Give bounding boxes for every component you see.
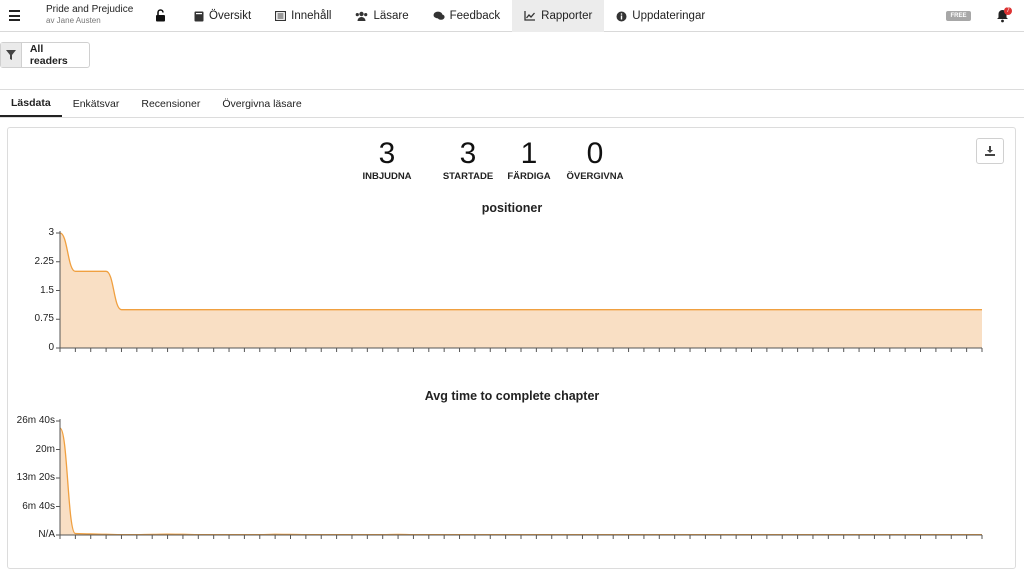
series-line <box>59 232 982 311</box>
charts-canvas <box>56 231 983 539</box>
series-line <box>59 427 982 536</box>
series-area <box>60 233 982 348</box>
series-area <box>60 428 982 535</box>
